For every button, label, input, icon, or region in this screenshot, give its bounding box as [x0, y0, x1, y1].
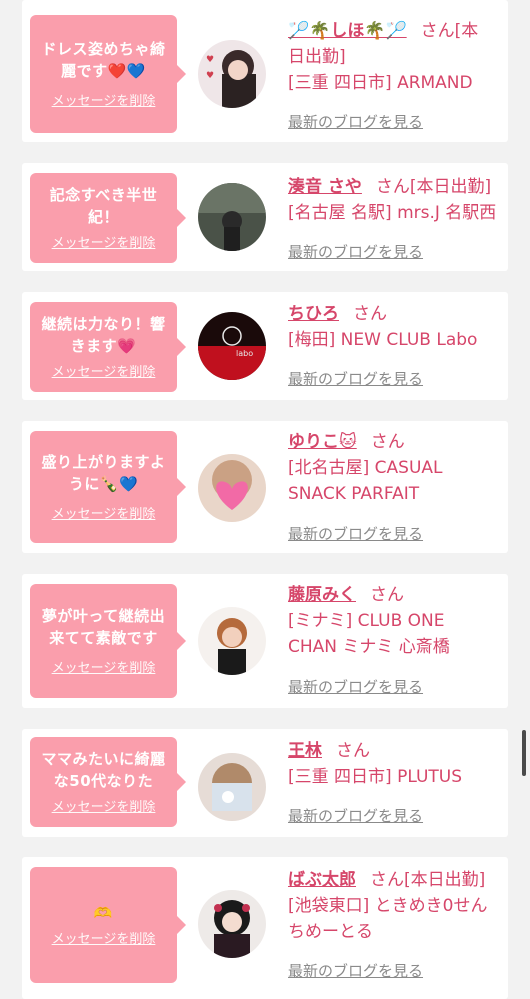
gift-card: 🫶 メッセージを削除 ばぶ太郎 さん[本日出勤] [池袋東口] ときめき0せん ち…	[22, 857, 508, 999]
message-bubble: 🫶 メッセージを削除	[30, 867, 186, 983]
shop-text: [池袋東口] ときめき0せん	[288, 896, 488, 916]
shop-text: [北名古屋] CASUAL	[288, 458, 443, 478]
cast-info: ばぶ太郎 さん[本日出勤] [池袋東口] ときめき0せん ちめーとる	[288, 867, 502, 945]
latest-blog-link[interactable]: 最新のブログを見る	[288, 676, 423, 697]
message-text: ドレス姿めちゃ綺 麗です❤️💙	[41, 40, 166, 80]
latest-blog-link[interactable]: 最新のブログを見る	[288, 523, 423, 544]
cast-info: 湊音 さや さん[本日出勤] [名古屋 名駅] mrs.J 名駅西	[288, 174, 502, 226]
message-bubble: ドレス姿めちゃ綺 麗です❤️💙 メッセージを削除	[30, 15, 186, 133]
cast-info: 🏸🌴しほ🌴🏸 さん[本 日出勤] [三重 四日市] ARMAND	[288, 18, 502, 96]
shop-text: [梅田] NEW CLUB Labo	[288, 330, 478, 350]
message-text: 夢が叶って継続出 来てて素敵です	[41, 607, 166, 647]
message-text: 記念すべき半世 紀！	[49, 186, 158, 226]
latest-blog-link[interactable]: 最新のブログを見る	[288, 960, 423, 981]
message-bubble: 夢が叶って継続出 来てて素敵です メッセージを削除	[30, 584, 186, 698]
latest-blog-link[interactable]: 最新のブログを見る	[288, 368, 423, 389]
avatar-photo	[198, 454, 266, 522]
gift-card: 継続は力なり！響 きます💗 メッセージを削除 labo ちひろ さん [梅田] N…	[22, 292, 508, 400]
gift-card: 記念すべき半世 紀！ メッセージを削除 湊音 さや さん[本日出勤] [名古屋 名…	[22, 163, 508, 271]
avatar[interactable]: labo	[198, 312, 266, 380]
honorific-text: さん[本日出勤]	[375, 177, 492, 197]
message-text: 盛り上がりますよ うに🍾💙	[41, 453, 166, 493]
cast-name-link[interactable]: ばぶ太郎	[288, 870, 356, 890]
cast-name-link[interactable]: 湊音 さや	[288, 177, 362, 197]
shop-text: [名古屋 名駅] mrs.J 名駅西	[288, 203, 497, 223]
honorific-text: さん	[353, 304, 387, 324]
avatar[interactable]	[198, 183, 266, 251]
cast-name-link[interactable]: 藤原みく	[288, 585, 356, 605]
message-text: 🫶	[93, 904, 114, 922]
svg-text:labo: labo	[236, 349, 253, 358]
attendance-text: 日出勤]	[288, 47, 346, 67]
cast-name-link[interactable]: ゆりこ🐱	[288, 432, 357, 452]
avatar[interactable]	[198, 753, 266, 821]
delete-message-link[interactable]: メッセージを削除	[52, 236, 156, 252]
cast-info: ちひろ さん [梅田] NEW CLUB Labo	[288, 301, 502, 353]
scrollbar-thumb[interactable]	[522, 730, 526, 776]
avatar-photo	[198, 753, 266, 821]
message-bubble: 記念すべき半世 紀！ メッセージを削除	[30, 173, 186, 263]
cast-name-link[interactable]: 王林	[288, 741, 322, 761]
gift-card: 盛り上がりますよ うに🍾💙 メッセージを削除 ゆりこ🐱 さん [北名古屋] CAS…	[22, 421, 508, 553]
message-bubble: 盛り上がりますよ うに🍾💙 メッセージを削除	[30, 431, 186, 543]
avatar[interactable]	[198, 607, 266, 675]
shop-text: ちめーとる	[288, 922, 373, 942]
latest-blog-link[interactable]: 最新のブログを見る	[288, 241, 423, 262]
delete-message-link[interactable]: メッセージを削除	[52, 94, 156, 110]
honorific-text: さん[本	[420, 21, 479, 41]
avatar[interactable]	[198, 890, 266, 958]
delete-message-link[interactable]: メッセージを削除	[52, 800, 156, 816]
avatar-photo	[198, 890, 266, 958]
delete-message-link[interactable]: メッセージを削除	[52, 932, 156, 948]
svg-text:♥: ♥	[206, 71, 214, 81]
honorific-text: さん	[370, 432, 405, 452]
message-text: 継続は力なり！響 きます💗	[41, 315, 166, 355]
cast-name-link[interactable]: ちひろ	[288, 304, 339, 324]
shop-text: [ミナミ] CLUB ONE	[288, 611, 445, 631]
delete-message-link[interactable]: メッセージを削除	[52, 507, 156, 523]
shop-text: [三重 四日市] ARMAND	[288, 73, 473, 93]
message-bubble: 継続は力なり！響 きます💗 メッセージを削除	[30, 302, 186, 392]
cast-info: 藤原みく さん [ミナミ] CLUB ONE CHAN ミナミ 心斎橋	[288, 582, 502, 660]
shop-text: SNACK PARFAIT	[288, 484, 420, 504]
avatar[interactable]: ♥ ♥	[198, 40, 266, 108]
svg-text:♥: ♥	[206, 55, 214, 65]
gift-card: 夢が叶って継続出 来てて素敵です メッセージを削除 藤原みく さん [ミナミ] C…	[22, 574, 508, 708]
avatar-photo	[198, 183, 266, 251]
cast-info: 王林 さん [三重 四日市] PLUTUS	[288, 738, 502, 790]
avatar-photo: ♥ ♥	[198, 40, 266, 108]
avatar-photo: labo	[198, 312, 266, 380]
delete-message-link[interactable]: メッセージを削除	[52, 365, 156, 381]
message-bubble: ママみたいに綺麗 な50代なりた メッセージを削除	[30, 737, 186, 827]
latest-blog-link[interactable]: 最新のブログを見る	[288, 111, 423, 132]
cast-name-link[interactable]: 🏸🌴しほ🌴🏸	[288, 21, 407, 41]
honorific-text: さん[本日出勤]	[370, 870, 486, 890]
honorific-text: さん	[370, 585, 404, 605]
shop-text: [三重 四日市] PLUTUS	[288, 767, 463, 787]
honorific-text: さん	[336, 741, 370, 761]
avatar[interactable]	[198, 454, 266, 522]
gift-card: ドレス姿めちゃ綺 麗です❤️💙 メッセージを削除 ♥ ♥ 🏸🌴しほ🌴🏸 さん[本 …	[22, 0, 508, 142]
message-text: ママみたいに綺麗 な50代なりた	[41, 750, 166, 790]
cast-info: ゆりこ🐱 さん [北名古屋] CASUAL SNACK PARFAIT	[288, 429, 502, 507]
latest-blog-link[interactable]: 最新のブログを見る	[288, 805, 423, 826]
delete-message-link[interactable]: メッセージを削除	[52, 661, 156, 677]
shop-text: CHAN ミナミ 心斎橋	[288, 637, 450, 657]
gift-card: ママみたいに綺麗 な50代なりた メッセージを削除 王林 さん [三重 四日市] …	[22, 729, 508, 837]
avatar-photo	[198, 607, 266, 675]
